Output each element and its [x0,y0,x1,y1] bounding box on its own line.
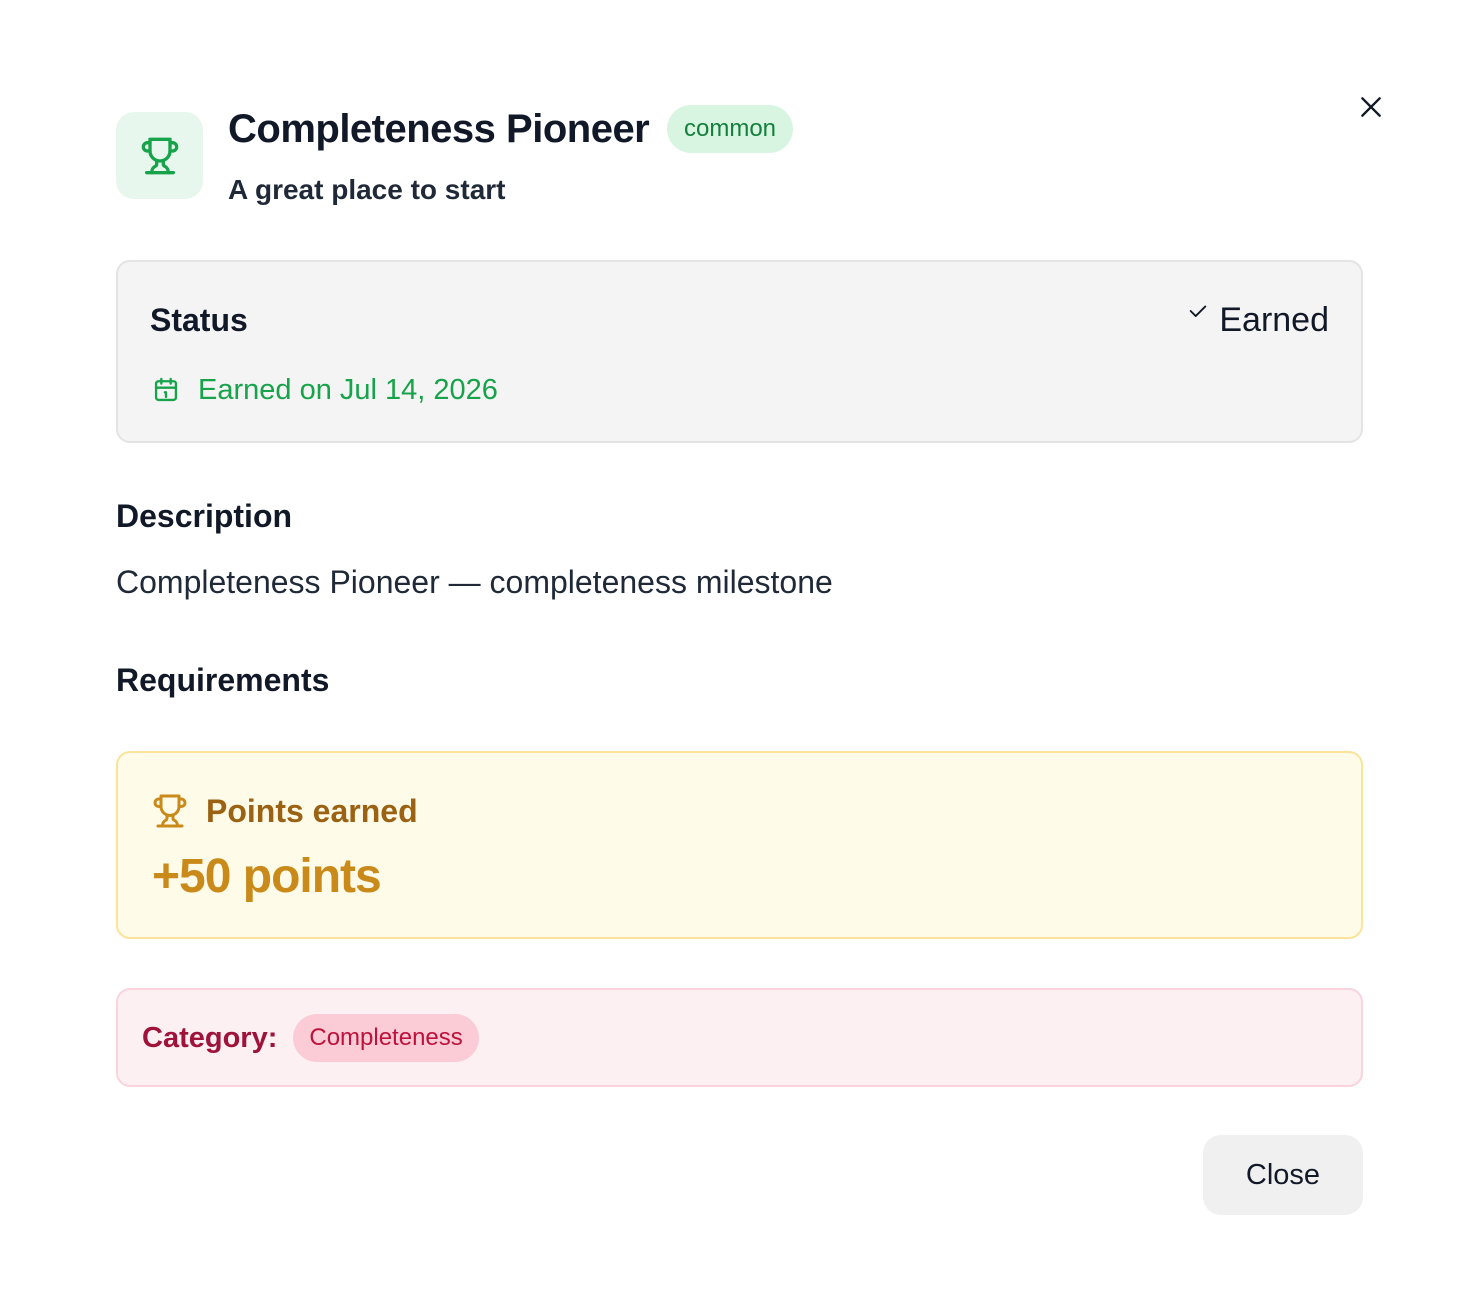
status-title: Status [150,302,248,338]
status-state: Earned [1187,298,1329,342]
trophy-icon [153,794,187,828]
status-state-label: Earned [1219,301,1329,339]
close-icon-button[interactable] [1352,88,1390,126]
close-icon [1361,97,1381,117]
status-card: Status Earned Earned on Jul 14, 2026 [116,260,1363,443]
trophy-icon [141,137,178,174]
achievement-dialog: Completeness Pioneer common A great plac… [0,0,1478,1314]
category-chip: Completeness [293,1013,479,1062]
rarity-badge: common [667,105,794,153]
earned-date-row: Earned on Jul 14, 2026 [152,370,498,410]
category-label: Category: [142,1021,278,1054]
requirements-heading: Requirements [116,662,330,698]
achievement-subtitle: A great place to start [228,174,506,205]
earned-date: Earned on Jul 14, 2026 [198,374,498,406]
points-label-row: Points earned [152,791,418,831]
points-value: +50 points [152,850,382,903]
description-text: Completeness Pioneer — completeness mile… [116,564,833,600]
points-card: Points earned +50 points [116,751,1363,939]
description-heading: Description [116,498,293,534]
check-icon [1190,305,1207,317]
achievement-title: Completeness Pioneer [228,107,650,151]
category-card: Category: Completeness [116,988,1363,1087]
calendar-icon [154,377,178,402]
achievement-icon-tile [116,112,203,199]
close-button[interactable]: Close [1203,1135,1363,1215]
points-label: Points earned [206,793,418,829]
